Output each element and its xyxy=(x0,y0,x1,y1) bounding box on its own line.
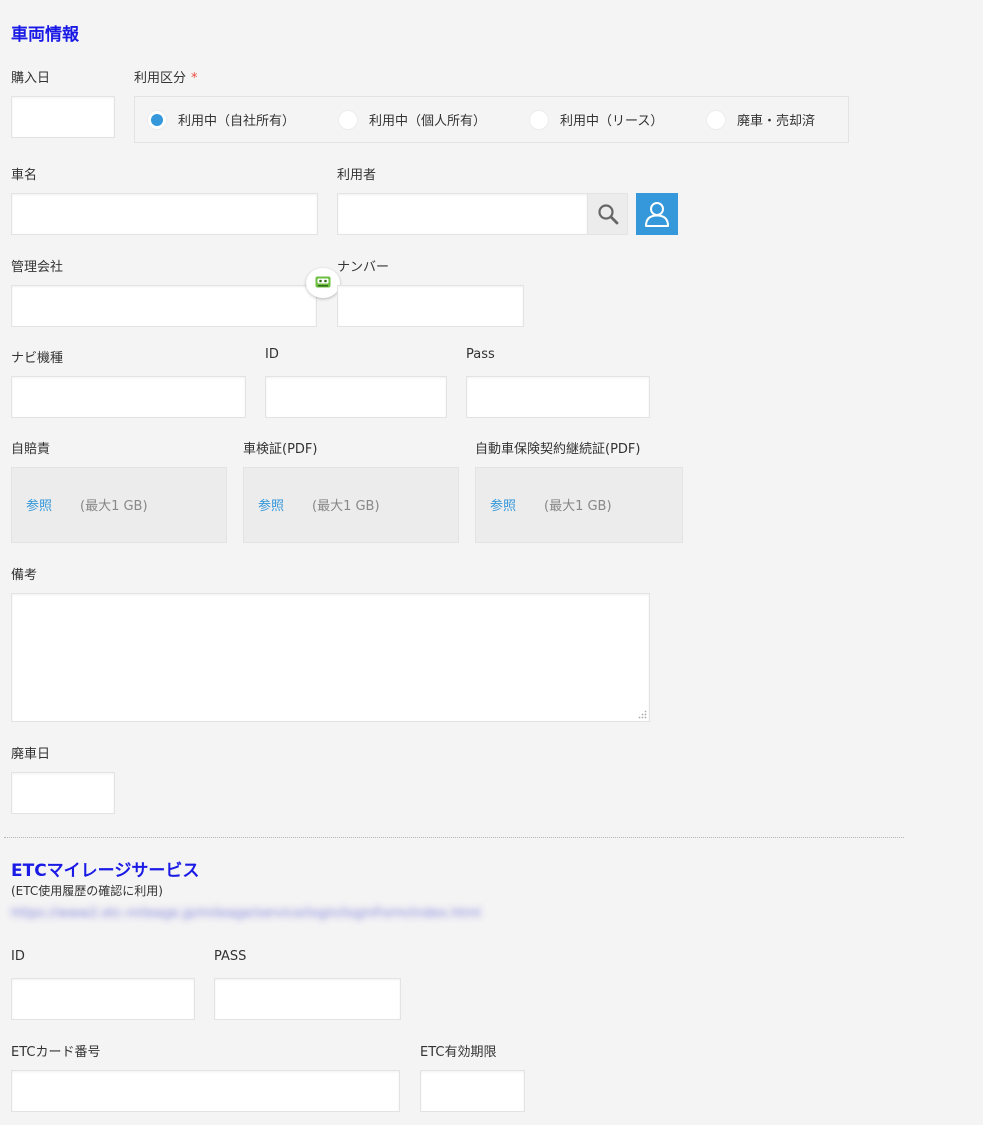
robot-icon xyxy=(315,276,331,288)
user-select-button[interactable] xyxy=(636,193,678,235)
search-icon xyxy=(597,204,618,225)
navi-input[interactable] xyxy=(11,376,246,418)
usage-radio-group: 利用中（自社所有） 利用中（個人所有） 利用中（リース） 廃車・売却済 xyxy=(134,96,849,143)
resize-grip-icon[interactable] xyxy=(637,709,647,719)
number-input[interactable] xyxy=(337,285,524,327)
etc-link[interactable]: https://www2.etc-mileage.jp/mileage/serv… xyxy=(11,906,841,921)
file-upload-insurance: 参照 (最大1 GB) xyxy=(475,467,683,543)
disposal-date-input[interactable] xyxy=(11,772,115,814)
usage-option-personal-owned[interactable]: 利用中（個人所有） xyxy=(339,97,486,142)
section-title-vehicle: 車両情報 xyxy=(11,25,79,45)
file-label-liability: 自賠責 xyxy=(11,442,51,457)
section-divider xyxy=(4,837,904,838)
navi-pass-input[interactable] xyxy=(466,376,650,418)
usage-option-disposed[interactable]: 廃車・売却済 xyxy=(707,97,815,142)
user-icon xyxy=(645,202,669,227)
car-name-label: 車名 xyxy=(11,168,38,183)
usage-option-label: 廃車・売却済 xyxy=(737,114,816,129)
user-search-button[interactable] xyxy=(587,193,628,235)
required-mark: * xyxy=(191,71,198,86)
file-browse-link[interactable]: 参照 xyxy=(26,495,52,514)
file-browse-link[interactable]: 参照 xyxy=(490,495,516,514)
file-label-inspection: 車検証(PDF) xyxy=(243,442,318,457)
section-title-etc: ETCマイレージサービス xyxy=(11,861,200,881)
user-label: 利用者 xyxy=(337,168,377,183)
number-label: ナンバー xyxy=(337,260,390,275)
radio-unselected-icon xyxy=(339,110,357,129)
navi-pass-label: Pass xyxy=(466,347,495,362)
etc-expiry-label: ETC有効期限 xyxy=(420,1045,497,1060)
purchase-date-input[interactable] xyxy=(11,96,115,138)
company-label: 管理会社 xyxy=(11,260,64,275)
etc-id-input[interactable] xyxy=(11,978,195,1020)
etc-id-label: ID xyxy=(11,949,25,964)
etc-card-number-label: ETCカード番号 xyxy=(11,1045,101,1060)
radio-selected-icon xyxy=(148,110,166,129)
usage-option-company-owned[interactable]: 利用中（自社所有） xyxy=(148,97,295,142)
radio-unselected-icon xyxy=(707,110,725,129)
notes-textarea[interactable] xyxy=(11,593,650,722)
file-upload-inspection: 参照 (最大1 GB) xyxy=(243,467,459,543)
navi-id-label: ID xyxy=(265,347,279,362)
etc-card-number-input[interactable] xyxy=(11,1070,400,1112)
usage-label-text: 利用区分 xyxy=(134,71,187,86)
usage-label: 利用区分 * xyxy=(134,67,198,86)
etc-subtitle: (ETC使用履歴の確認に利用) xyxy=(11,884,163,898)
usage-option-label: 利用中（自社所有） xyxy=(178,114,296,129)
file-label-insurance: 自動車保険契約継続証(PDF) xyxy=(475,442,641,457)
file-max-size: (最大1 GB) xyxy=(544,499,612,514)
etc-pass-input[interactable] xyxy=(214,978,401,1020)
car-name-input[interactable] xyxy=(11,193,318,235)
radio-unselected-icon xyxy=(530,110,548,129)
usage-option-label: 利用中（リース） xyxy=(560,114,664,129)
navi-id-input[interactable] xyxy=(265,376,447,418)
company-input[interactable] xyxy=(11,285,317,327)
robot-badge[interactable] xyxy=(306,268,340,298)
usage-option-label: 利用中（個人所有） xyxy=(369,114,487,129)
file-max-size: (最大1 GB) xyxy=(312,499,380,514)
purchase-date-label: 購入日 xyxy=(11,71,51,86)
user-input[interactable] xyxy=(337,193,588,235)
disposal-date-label: 廃車日 xyxy=(11,747,51,762)
file-browse-link[interactable]: 参照 xyxy=(258,495,284,514)
etc-expiry-input[interactable] xyxy=(420,1070,525,1112)
file-upload-liability: 参照 (最大1 GB) xyxy=(11,467,227,543)
notes-label: 備考 xyxy=(11,568,38,583)
file-max-size: (最大1 GB) xyxy=(80,499,148,514)
navi-label: ナビ機種 xyxy=(11,351,64,366)
etc-pass-label: PASS xyxy=(214,949,247,964)
usage-option-lease[interactable]: 利用中（リース） xyxy=(530,97,663,142)
